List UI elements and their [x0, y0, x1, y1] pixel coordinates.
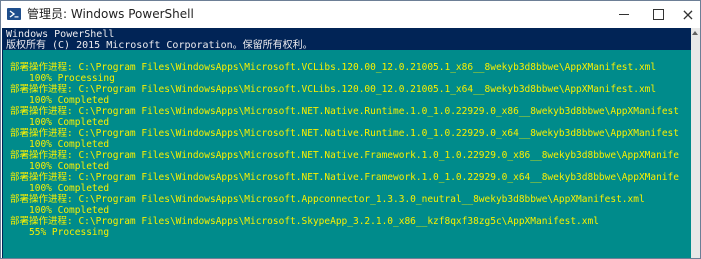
- window-title: 管理员: Windows PowerShell: [27, 7, 194, 21]
- progress-pane: 部署操作进程: C:\Program Files\WindowsApps\Mic…: [3, 50, 691, 258]
- operation-line: 部署操作进程: C:\Program Files\WindowsApps\Mic…: [10, 84, 657, 95]
- maximize-icon: [652, 9, 664, 20]
- operation-status: 100% Completed: [29, 161, 110, 172]
- close-button[interactable]: ×: [671, 1, 700, 28]
- operation-line: 部署操作进程: C:\Program Files\WindowsApps\Mic…: [10, 62, 657, 73]
- operation-status: 100% Completed: [29, 117, 110, 128]
- operation-status: 100% Completed: [29, 183, 110, 194]
- console-area[interactable]: Windows PowerShell 版权所有 (C) 2015 Microso…: [2, 28, 691, 258]
- operation-line: 部署操作进程: C:\Program Files\WindowsApps\Mic…: [10, 172, 679, 183]
- operation-status: 100% Completed: [29, 205, 110, 216]
- operation-status: 55% Processing: [29, 227, 110, 238]
- close-icon: ×: [681, 5, 695, 24]
- title-bar[interactable]: 管理员: Windows PowerShell ×: [1, 1, 700, 28]
- minimize-icon: [619, 14, 629, 15]
- scroll-up-icon[interactable]: [692, 31, 698, 35]
- console-header-line: Windows PowerShell: [6, 29, 115, 40]
- maximize-button[interactable]: [641, 1, 675, 28]
- operation-line: 部署操作进程: C:\Program Files\WindowsApps\Mic…: [10, 106, 679, 117]
- operation-line: 部署操作进程: C:\Program Files\WindowsApps\Mic…: [10, 216, 599, 227]
- powershell-window: 管理员: Windows PowerShell × Windows PowerS…: [0, 0, 701, 259]
- operation-status: 100% Processing: [29, 73, 115, 84]
- operation-line: 部署操作进程: C:\Program Files\WindowsApps\Mic…: [10, 128, 679, 139]
- operation-line: 部署操作进程: C:\Program Files\WindowsApps\Mic…: [10, 150, 679, 161]
- operation-line: 部署操作进程: C:\Program Files\WindowsApps\Mic…: [10, 194, 645, 205]
- minimize-button[interactable]: [607, 1, 641, 28]
- operation-status: 100% Completed: [29, 95, 110, 106]
- vertical-scrollbar[interactable]: [691, 28, 700, 258]
- powershell-icon: [7, 8, 21, 20]
- operation-status: 100% Completed: [29, 139, 110, 150]
